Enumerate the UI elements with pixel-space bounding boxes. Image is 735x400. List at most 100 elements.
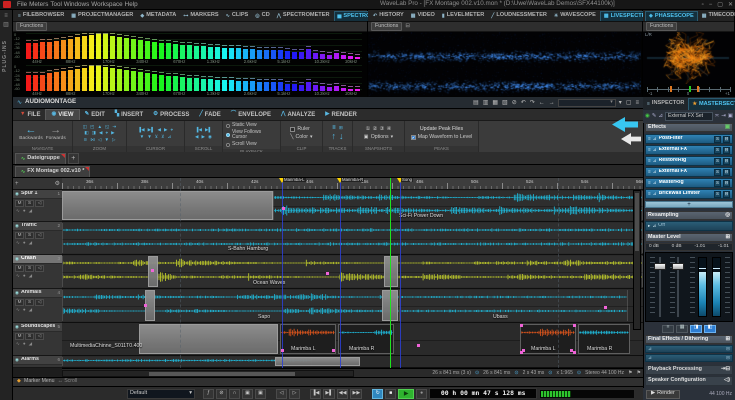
undo-icon[interactable]: ↶ [521, 100, 526, 106]
trash-icon[interactable]: ⊟ [723, 169, 730, 176]
clip-marimba-r[interactable]: Marimba R [338, 324, 394, 354]
tool-icon[interactable]: ▶▌ [205, 128, 212, 133]
tool-icon[interactable]: ≋ [83, 138, 87, 143]
expand-icon[interactable]: ⊞ [725, 235, 730, 240]
fader-icon[interactable]: ⊿ [658, 114, 663, 120]
panel-menu-icon[interactable]: ≡ [635, 100, 639, 106]
ribbon-tab-edit[interactable]: ✎EDIT [80, 109, 110, 120]
tab-history[interactable]: ↶HISTORY [370, 11, 407, 21]
solo-button[interactable]: S [714, 147, 721, 154]
playback-option-radio[interactable]: View Follows Cursor [226, 130, 277, 140]
effect-slot-brickwall-limiter[interactable]: ≡⊿Brickwall LimiterS⊟ [645, 189, 733, 199]
track-toggle-icon[interactable]: ◉ [15, 257, 19, 262]
track-option-icon[interactable]: ◢ [29, 209, 33, 214]
trash-icon[interactable]: ⊟ [723, 158, 730, 165]
ribbon-tab-view[interactable]: ◉VIEW [45, 109, 79, 120]
tool-icon[interactable]: ▶ [164, 128, 168, 133]
slot-menu-icon[interactable]: ≡ [648, 192, 651, 197]
snapshots-options-menu[interactable]: ▣Options▾ [364, 135, 393, 140]
go-start-button[interactable]: ▐◀ [310, 389, 321, 399]
track-speaker-button[interactable]: ◁ [35, 200, 44, 207]
slot-fader-icon[interactable]: ⊿ [653, 148, 657, 153]
envelope-point[interactable] [417, 344, 420, 347]
track-option-icon[interactable]: ∿ [16, 342, 20, 347]
horizontal-scrollbar-thumb[interactable] [149, 372, 295, 376]
clip-sci-fi-power-down[interactable]: Sci-Fi Power Down [273, 191, 643, 220]
trash-icon[interactable]: ⊟ [723, 180, 730, 187]
tool-icon[interactable]: ▶ [111, 131, 115, 136]
navigate-forwards-button[interactable]: →Forwards [46, 125, 66, 142]
fader-link-icon[interactable]: ◨ [690, 325, 702, 333]
tool-icon[interactable]: ◱ [105, 125, 109, 130]
slot-menu-icon[interactable]: ≡ [648, 181, 651, 186]
ribbon-tab-process[interactable]: ⚙PROCESS [148, 109, 194, 120]
tool-icon[interactable]: ⊻ [161, 135, 164, 140]
tool-icon[interactable]: ◀ [99, 131, 103, 136]
slot-fader-icon[interactable]: ⊿ [653, 170, 657, 175]
track-header-soundscapes[interactable]: ◉Soundscapes5MS◁∿●◢ [13, 323, 62, 356]
tool-icon[interactable]: ▷ [112, 138, 116, 143]
snapshot-button[interactable]: ④ [387, 127, 392, 133]
option-a-button[interactable]: ▣ [242, 389, 253, 399]
paste-icon[interactable]: ▧ [502, 100, 508, 106]
clip-sapo[interactable]: Sapo [62, 290, 400, 321]
track-toggle-icon[interactable]: ◉ [15, 192, 19, 197]
envelope-point[interactable] [282, 207, 285, 210]
track-option-icon[interactable]: ● [23, 308, 26, 313]
track-solo-button[interactable]: S [25, 333, 34, 340]
slot-fader-icon[interactable]: ⊿ [653, 137, 657, 142]
track-option-icon[interactable]: ∿ [16, 274, 20, 279]
vertical-scrollbar-thumb[interactable] [635, 193, 639, 251]
tab-markers[interactable]: ⊶MARKERS [180, 11, 221, 21]
menu-workspace[interactable]: Workspace [90, 1, 123, 8]
tab-phasescope[interactable]: ◈PHASESCOPE [645, 11, 698, 21]
solo-button[interactable]: S [714, 180, 721, 187]
slot-menu-icon[interactable]: ≡ [648, 137, 651, 142]
track-solo-button[interactable]: S [25, 299, 34, 306]
ruler-toggle[interactable]: Ruler [290, 127, 312, 132]
update-peak-files-button[interactable]: Update Peak Files [420, 127, 463, 132]
loop-button[interactable]: ↻ [372, 389, 383, 399]
copy-icon[interactable]: ▦ [492, 100, 498, 106]
menu-meters[interactable]: Meters [28, 1, 49, 8]
track-header-traffic[interactable]: ◉Traffic2MS◁∿●◢ [13, 222, 62, 255]
menu-help[interactable]: Help [124, 1, 139, 8]
track-speaker-button[interactable]: ◁ [35, 299, 44, 306]
ribbon-tab-render[interactable]: ▶RENDER [320, 109, 362, 120]
tab-inspector[interactable]: ≡INSPECTOR [644, 98, 687, 110]
effect-slot-external-fx[interactable]: ≡⊿External FXS⊟ [645, 167, 733, 177]
tab-filebrowser[interactable]: ≡FILEBROWSER [15, 11, 67, 21]
slot-fader-icon[interactable]: ⊿ [653, 192, 657, 197]
final-effect-slot-1[interactable]: ⊿⊟ [645, 345, 733, 353]
clip-ubass[interactable]: Ubass [400, 290, 628, 321]
window-control-icon[interactable]: − [709, 2, 713, 8]
compare-icon[interactable]: ≍ [715, 114, 720, 120]
envelope-point[interactable] [281, 349, 284, 352]
effects-power-icon[interactable]: ▣ [725, 125, 730, 130]
file-group-tab[interactable]: ∿ Dateigruppe [15, 153, 66, 164]
tool-icon[interactable]: ▼ [104, 138, 109, 143]
effect-slot-masterrig[interactable]: ≡⊿MasterRigS⊟ [645, 178, 733, 188]
tool-icon[interactable]: ◉ [208, 135, 212, 140]
marker-menu-button[interactable]: Marker Menu [24, 379, 55, 384]
tab-metadata[interactable]: ◆METADATA [137, 11, 179, 21]
track-toggle-icon[interactable]: ◉ [15, 291, 19, 296]
tab-mastersection[interactable]: ★MASTERSECTION [688, 98, 735, 110]
preset-function-button[interactable]: ƒ [203, 389, 214, 399]
dock-icon[interactable]: ▥ [0, 22, 12, 28]
power-icon[interactable]: ◉ [645, 114, 650, 120]
tool-icon[interactable]: ▶ [201, 135, 205, 140]
tool-icon[interactable]: ▶▌ [148, 128, 155, 133]
track-solo-button[interactable]: S [25, 200, 34, 207]
track-speaker-button[interactable]: ◁ [35, 232, 44, 239]
window-control-icon[interactable]: ▢ [717, 2, 723, 8]
solo-button[interactable]: S [714, 158, 721, 165]
fader-right-handle[interactable] [672, 263, 684, 270]
stop-button[interactable]: ■ [385, 389, 396, 399]
envelope-point[interactable] [326, 272, 329, 275]
track-option-icon[interactable]: ∿ [16, 308, 20, 313]
clip-selection-handle[interactable] [520, 324, 523, 327]
envelope-point[interactable] [604, 306, 607, 309]
track-tool-icon[interactable]: ≣ [332, 126, 336, 131]
track-option-icon[interactable]: ◢ [29, 342, 33, 347]
